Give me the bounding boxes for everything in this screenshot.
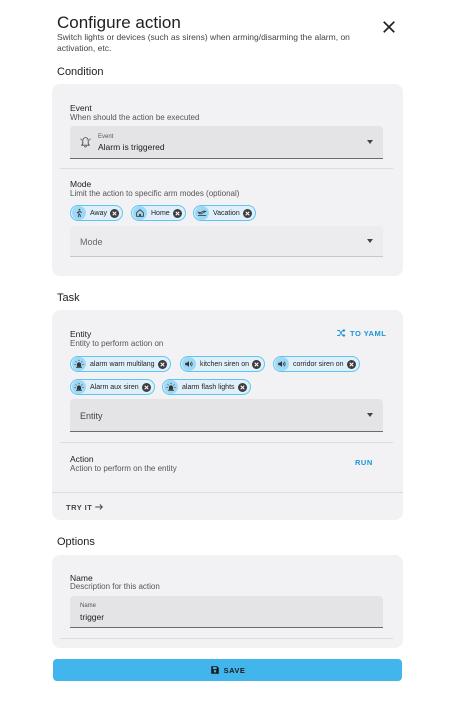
divider (52, 492, 403, 493)
divider (60, 168, 393, 169)
mode-select[interactable]: Mode (70, 226, 383, 257)
entity-chip[interactable]: kitchen siren on (180, 356, 266, 372)
remove-chip-icon[interactable] (157, 359, 167, 369)
dialog-subtitle: Switch lights or devices (such as sirens… (57, 32, 350, 53)
bell-icon (80, 137, 91, 148)
close-icon (383, 21, 395, 33)
save-icon (210, 666, 219, 674)
run-button[interactable]: RUN (355, 458, 373, 467)
mode-description: Limit the action to specific arm modes (… (70, 189, 240, 198)
close-button[interactable] (380, 18, 398, 36)
alarm-light-icon (72, 380, 86, 394)
event-value: Alarm is triggered (98, 142, 165, 152)
event-description: When should the action be executed (70, 113, 200, 122)
action-description: Action to perform on the entity (70, 464, 177, 473)
entity-placeholder: Entity (80, 411, 103, 421)
chip-label: Away (90, 209, 107, 217)
entity-select[interactable]: Entity (70, 399, 383, 432)
chip-label: Alarm aux siren (90, 383, 139, 391)
walk-icon (72, 206, 86, 220)
mode-label: Mode (70, 179, 92, 189)
chip-label: alarm flash lights (182, 383, 235, 391)
remove-chip-icon[interactable] (242, 208, 252, 218)
entity-chip[interactable]: Alarm aux siren (70, 379, 155, 395)
divider (60, 638, 393, 639)
chip-label: Vacation (213, 209, 240, 217)
divider (60, 442, 393, 443)
condition-section-title: Condition (57, 66, 104, 78)
entity-label: Entity (70, 329, 92, 339)
event-select[interactable]: Event Alarm is triggered (70, 126, 383, 159)
action-label: Action (70, 454, 94, 464)
mode-placeholder: Mode (80, 237, 103, 247)
chevron-down-icon (367, 239, 373, 243)
chip-label: Home (151, 209, 170, 217)
save-label: SAVE (223, 665, 246, 675)
name-input[interactable]: Name trigger (70, 596, 383, 628)
volume-icon (182, 357, 196, 371)
event-label: Event (70, 103, 92, 113)
try-it-label: TRY IT (66, 502, 93, 512)
home-icon (133, 206, 147, 220)
name-floating-label: Name (80, 603, 97, 609)
options-section-title: Options (57, 536, 95, 548)
to-yaml-label: TO YAML (350, 328, 387, 338)
remove-chip-icon[interactable] (172, 208, 182, 218)
remove-chip-icon[interactable] (141, 382, 151, 392)
mode-chip-home[interactable]: Home (131, 205, 186, 221)
arrow-right-icon (95, 504, 104, 510)
alarm-light-icon (164, 380, 178, 394)
chevron-down-icon (367, 140, 373, 144)
event-floating-label: Event (98, 134, 114, 140)
remove-chip-icon[interactable] (110, 208, 119, 218)
remove-chip-icon[interactable] (252, 359, 262, 369)
remove-chip-icon[interactable] (237, 382, 247, 392)
try-it-button[interactable]: TRY IT (66, 502, 104, 512)
chevron-down-icon (367, 413, 373, 417)
remove-chip-icon[interactable] (346, 359, 356, 369)
to-yaml-button[interactable]: TO YAML (336, 328, 386, 338)
shuffle-icon (337, 328, 346, 338)
name-value: trigger (80, 612, 105, 622)
entity-description: Entity to perform action on (70, 339, 164, 348)
volume-icon (275, 357, 289, 371)
mode-chip-vacation[interactable]: Vacation (193, 205, 256, 221)
chip-label: corridor siren on (293, 360, 344, 368)
chip-label: alarm warn multilang (90, 360, 155, 368)
mode-chip-away[interactable]: Away (70, 205, 123, 221)
dialog-title: Configure action (57, 13, 181, 32)
entity-chip[interactable]: corridor siren on (273, 356, 360, 372)
airplane-icon (195, 206, 209, 220)
name-description: Description for this action (70, 582, 160, 591)
alarm-light-icon (72, 357, 86, 371)
task-section-title: Task (57, 292, 80, 304)
entity-chip[interactable]: alarm flash lights (162, 379, 251, 395)
entity-chip[interactable]: alarm warn multilang (70, 356, 171, 372)
chip-label: kitchen siren on (200, 360, 250, 368)
save-button[interactable]: SAVE (53, 659, 402, 681)
